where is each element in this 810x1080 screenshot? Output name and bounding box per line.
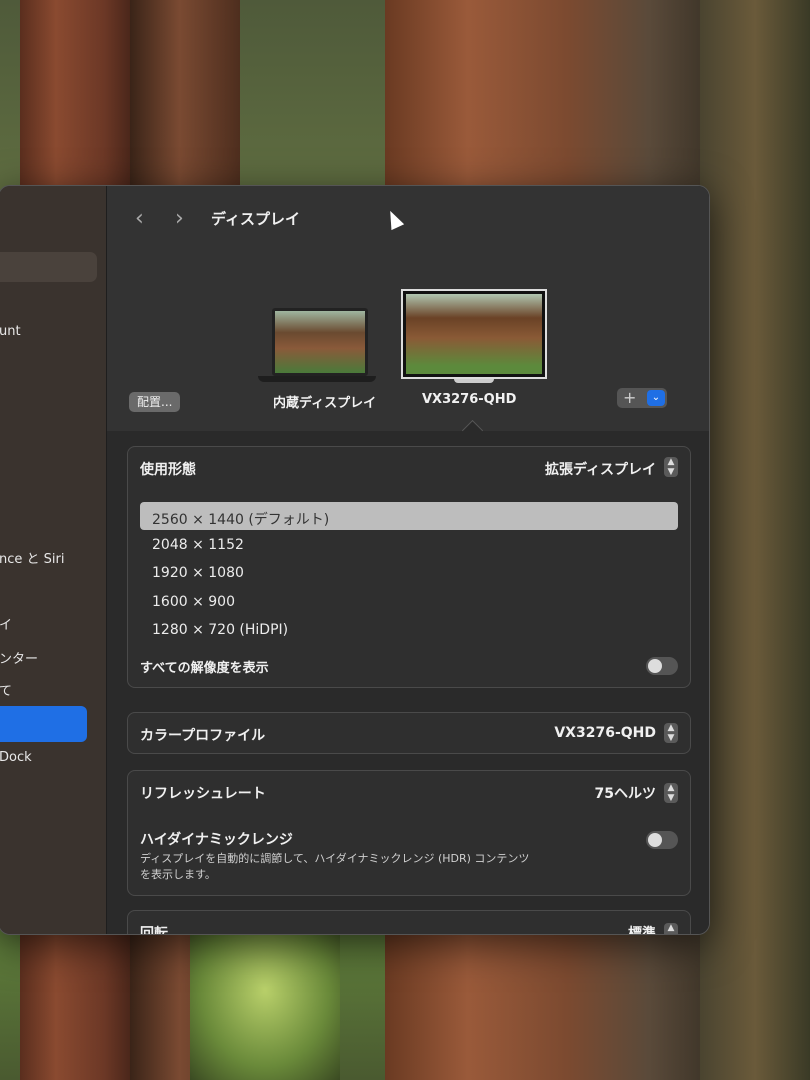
refresh-rate-label: リフレッシュレート (140, 786, 266, 802)
sidebar-item[interactable]: イ (0, 614, 12, 633)
resolution-option[interactable]: 2560 × 1440 (デフォルト) (152, 509, 329, 529)
forward-icon[interactable]: › (175, 206, 184, 231)
page-title: ディスプレイ (211, 210, 300, 228)
chevron-down-icon[interactable]: ⌄ (647, 390, 665, 406)
plus-icon: + (623, 388, 637, 407)
external-display-label: VX3276-QHD (422, 392, 517, 407)
usage-label: 使用形態 (140, 462, 196, 478)
back-icon[interactable]: ‹ (135, 206, 144, 231)
rotation-label: 回転 (140, 926, 168, 935)
sidebar-item[interactable]: て (0, 680, 12, 699)
color-profile-label: カラープロファイル (140, 728, 266, 744)
add-display-button[interactable]: + ⌄ (617, 388, 667, 408)
refresh-rate-stepper-icon[interactable]: ▲ ▼ (664, 783, 678, 803)
settings-window: unt nce と Siri イ ンター て Dock ‹ › ディスプレイ 内… (0, 185, 710, 935)
show-all-resolutions-toggle[interactable] (646, 657, 678, 675)
resolution-option[interactable]: 1280 × 720 (HiDPI) (152, 622, 288, 638)
hdr-description-line1: ディスプレイを自動的に調節して、ハイダイナミックレンジ (HDR) コンテンツ (140, 852, 530, 865)
color-profile-select[interactable]: VX3276-QHD (554, 725, 656, 741)
sidebar-item-account[interactable]: unt (0, 324, 21, 339)
arrange-button[interactable]: 配置... (129, 392, 181, 412)
rotation-select[interactable]: 標準 (628, 923, 656, 934)
resolution-option[interactable]: 1920 × 1080 (152, 565, 244, 581)
resolution-option[interactable]: 2048 × 1152 (152, 537, 244, 553)
tree-trunk (700, 0, 810, 1080)
resolution-card: 使用形態 拡張ディスプレイ ▲ ▼ 2560 × 1440 (デフォルト) 204… (127, 446, 691, 688)
color-profile-card: カラープロファイル VX3276-QHD ▲ ▼ (127, 712, 691, 754)
rotation-card: 回転 標準 ▲▼ (127, 910, 691, 935)
resolution-option[interactable]: 1600 × 900 (152, 594, 235, 610)
hdr-toggle[interactable] (646, 831, 678, 849)
color-profile-stepper-icon[interactable]: ▲ ▼ (664, 723, 678, 743)
sidebar-item-displays-selected[interactable] (0, 706, 87, 742)
usage-stepper-icon[interactable]: ▲ ▼ (664, 457, 678, 477)
external-display-icon[interactable] (401, 289, 547, 383)
hdr-description-line2: を表示します。 (140, 868, 216, 881)
builtin-display-icon[interactable] (258, 308, 376, 382)
sidebar-item-dock[interactable]: Dock (0, 750, 32, 765)
hdr-label: ハイダイナミックレンジ (140, 832, 293, 848)
usage-select[interactable]: 拡張ディスプレイ (545, 459, 656, 479)
refresh-rate-select[interactable]: 75ヘルツ (595, 783, 656, 803)
main-pane: ‹ › ディスプレイ 内蔵ディスプレイ VX3276-QHD 配置... + ⌄… (107, 186, 709, 934)
builtin-display-label: 内蔵ディスプレイ (273, 396, 377, 411)
refresh-hdr-card: リフレッシュレート 75ヘルツ ▲ ▼ ハイダイナミックレンジ ディスプレイを自動… (127, 770, 691, 896)
rotation-stepper-icon[interactable]: ▲▼ (664, 923, 678, 934)
sidebar-item-center[interactable]: ンター (0, 648, 38, 667)
sidebar-search-field[interactable] (0, 252, 97, 282)
sidebar-item-siri[interactable]: nce と Siri (0, 548, 64, 567)
sidebar: unt nce と Siri イ ンター て Dock (0, 186, 107, 934)
forest-floor (190, 930, 340, 1080)
show-all-resolutions-label: すべての解像度を表示 (140, 661, 269, 676)
